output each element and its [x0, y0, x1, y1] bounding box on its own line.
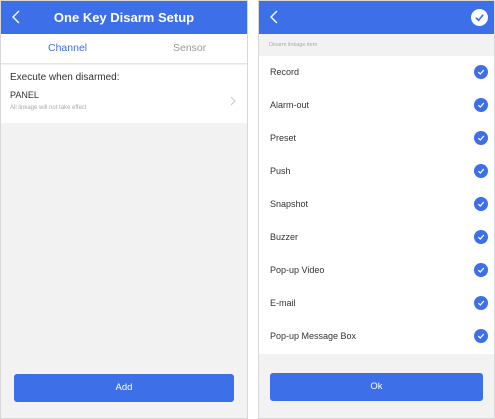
top-bar	[259, 1, 494, 34]
checkmark-icon[interactable]	[474, 164, 488, 178]
panel-row[interactable]: Execute when disarmed: PANEL All linkage…	[1, 65, 247, 123]
checkmark-icon[interactable]	[474, 263, 488, 277]
list-item-label: Snapshot	[270, 199, 309, 209]
add-button[interactable]: Add	[14, 374, 234, 402]
list-item-label: Pop-up Video	[270, 265, 325, 275]
list-item-pop-up-message-box[interactable]: Pop-up Message Box	[259, 320, 494, 353]
list-item-label: Pop-up Message Box	[270, 331, 357, 341]
list-item-label: Push	[270, 166, 291, 176]
list-item-e-mail[interactable]: E-mail	[259, 287, 494, 320]
list-item-pop-up-video[interactable]: Pop-up Video	[259, 254, 494, 287]
checkmark-icon[interactable]	[474, 296, 488, 310]
list-item-record[interactable]: Record	[259, 56, 494, 89]
tab-sensor[interactable]: Sensor	[173, 42, 206, 54]
one-key-disarm-setup-screen: One Key Disarm Setup Channel Sensor Exec…	[0, 0, 248, 419]
list-item-label: E-mail	[270, 298, 296, 308]
list-item-buzzer[interactable]: Buzzer	[259, 221, 494, 254]
list-item-label: Alarm-out	[270, 100, 310, 110]
back-arrow-icon[interactable]	[267, 9, 283, 25]
select-all-checkmark-icon[interactable]	[471, 9, 488, 26]
checkmark-icon[interactable]	[474, 65, 488, 79]
execute-label: Execute when disarmed:	[10, 72, 120, 83]
list-item-label: Buzzer	[270, 232, 299, 242]
disarm-linkage-screen: Disarm linkage item Record Alarm-out Pre…	[258, 0, 495, 419]
list-item-preset[interactable]: Preset	[259, 122, 494, 155]
checkmark-icon[interactable]	[474, 329, 488, 343]
ok-button[interactable]: Ok	[270, 373, 483, 401]
list-item-label: Preset	[270, 133, 297, 143]
page-title: One Key Disarm Setup	[53, 10, 195, 25]
panel-name: PANEL	[10, 90, 39, 100]
list-item-label: Record	[270, 67, 300, 77]
checkmark-icon[interactable]	[474, 230, 488, 244]
top-bar: One Key Disarm Setup	[1, 1, 247, 34]
list-item-push[interactable]: Push	[259, 155, 494, 188]
checkmark-icon[interactable]	[474, 131, 488, 145]
section-header: Disarm linkage item	[259, 34, 494, 56]
section-header-label: Disarm linkage item	[269, 42, 318, 48]
tab-channel[interactable]: Channel	[48, 42, 87, 54]
linkage-list: Record Alarm-out Preset Push Snapshot Bu…	[259, 56, 494, 354]
panel-note: All linkage will not take effect	[10, 105, 87, 111]
checkmark-icon[interactable]	[474, 98, 488, 112]
chevron-right-icon	[229, 96, 237, 106]
checkmark-icon[interactable]	[474, 197, 488, 211]
list-item-alarm-out[interactable]: Alarm-out	[259, 89, 494, 122]
tab-bar: Channel Sensor	[1, 34, 247, 93]
list-item-snapshot[interactable]: Snapshot	[259, 188, 494, 221]
